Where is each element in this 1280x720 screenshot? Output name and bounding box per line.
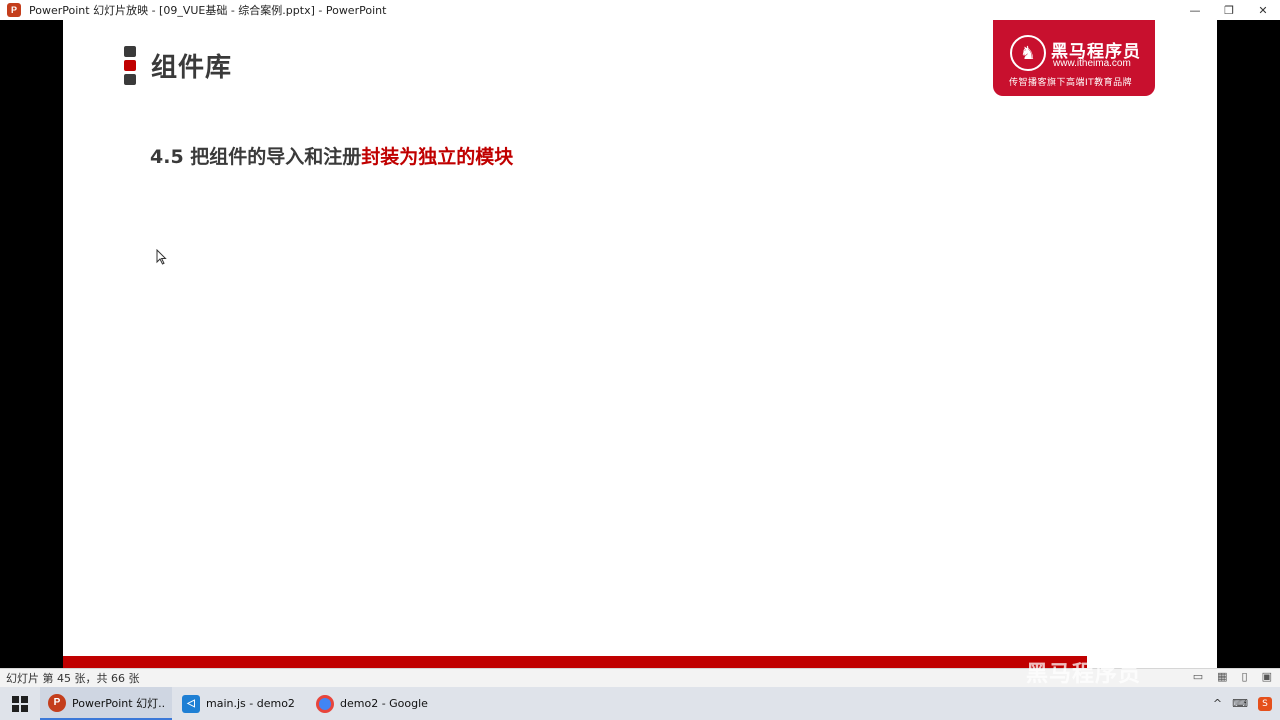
windows-logo-icon [12, 695, 28, 712]
slide-subtitle: 4.5 把组件的导入和注册封装为独立的模块 [150, 142, 513, 169]
subtitle-prefix: 4.5 把组件的导入和注册 [150, 146, 362, 168]
close-button[interactable]: ✕ [1246, 0, 1280, 20]
statusbar: 幻灯片 第 45 张，共 66 张 ▭ ▦ ▯ ▣ [0, 668, 1280, 687]
horse-emblem-icon: ♞ [1010, 35, 1046, 71]
taskbar: P PowerPoint 幻灯... ◁ main.js - demo2 -..… [0, 687, 1280, 720]
slide-footer-bar [63, 656, 1087, 668]
powerpoint-icon: P [7, 3, 21, 17]
subtitle-highlight: 封装为独立的模块 [361, 146, 514, 168]
system-tray: ^ ⌨ S [1213, 687, 1272, 720]
logo-slogan: 传智播客旗下高端IT教育品牌 [1009, 78, 1133, 88]
window-controls: — ❐ ✕ [1178, 0, 1280, 20]
slide-title: 组件库 [151, 53, 233, 83]
logo-url: www.itheima.com [1053, 58, 1131, 69]
slideshow-view-icon[interactable]: ▣ [1262, 670, 1272, 683]
window-titlebar: P PowerPoint 幻灯片放映 - [09_VUE基础 - 综合案例.pp… [0, 0, 1280, 20]
chrome-icon [316, 694, 334, 713]
vscode-icon: ◁ [182, 694, 200, 713]
taskbar-item-chrome[interactable]: demo2 - Google ... [308, 687, 440, 720]
sogou-icon[interactable]: S [1258, 696, 1272, 711]
tray-chevron-icon[interactable]: ^ [1213, 697, 1222, 710]
slide-canvas[interactable]: 组件库 4.5 把组件的导入和注册封装为独立的模块 ♞ 黑马程序员 www.it… [63, 20, 1217, 668]
restore-button[interactable]: ❐ [1212, 0, 1246, 20]
reading-view-icon[interactable]: ▯ [1242, 670, 1248, 683]
mouse-cursor-icon [156, 249, 167, 265]
powerpoint-icon: P [48, 693, 66, 712]
minimize-button[interactable]: — [1178, 0, 1212, 20]
taskbar-item-powerpoint[interactable]: P PowerPoint 幻灯... [40, 687, 172, 720]
view-controls: ▭ ▦ ▯ ▣ [1193, 670, 1272, 683]
taskbar-item-label: demo2 - Google ... [340, 697, 432, 710]
taskbar-item-label: PowerPoint 幻灯... [72, 696, 164, 710]
slide-count: 幻灯片 第 45 张，共 66 张 [6, 672, 140, 685]
window-title: PowerPoint 幻灯片放映 - [09_VUE基础 - 综合案例.pptx… [29, 4, 387, 17]
sorter-view-icon[interactable]: ▦ [1217, 670, 1227, 683]
brand-logo: ♞ 黑马程序员 www.itheima.com 传智播客旗下高端IT教育品牌 [993, 20, 1155, 96]
taskbar-item-vscode[interactable]: ◁ main.js - demo2 -... [174, 687, 306, 720]
taskbar-item-label: main.js - demo2 -... [206, 697, 298, 710]
normal-view-icon[interactable]: ▭ [1193, 670, 1203, 683]
title-marker-icon [124, 46, 137, 88]
ime-icon[interactable]: ⌨ [1232, 697, 1248, 710]
start-button[interactable] [0, 687, 40, 720]
